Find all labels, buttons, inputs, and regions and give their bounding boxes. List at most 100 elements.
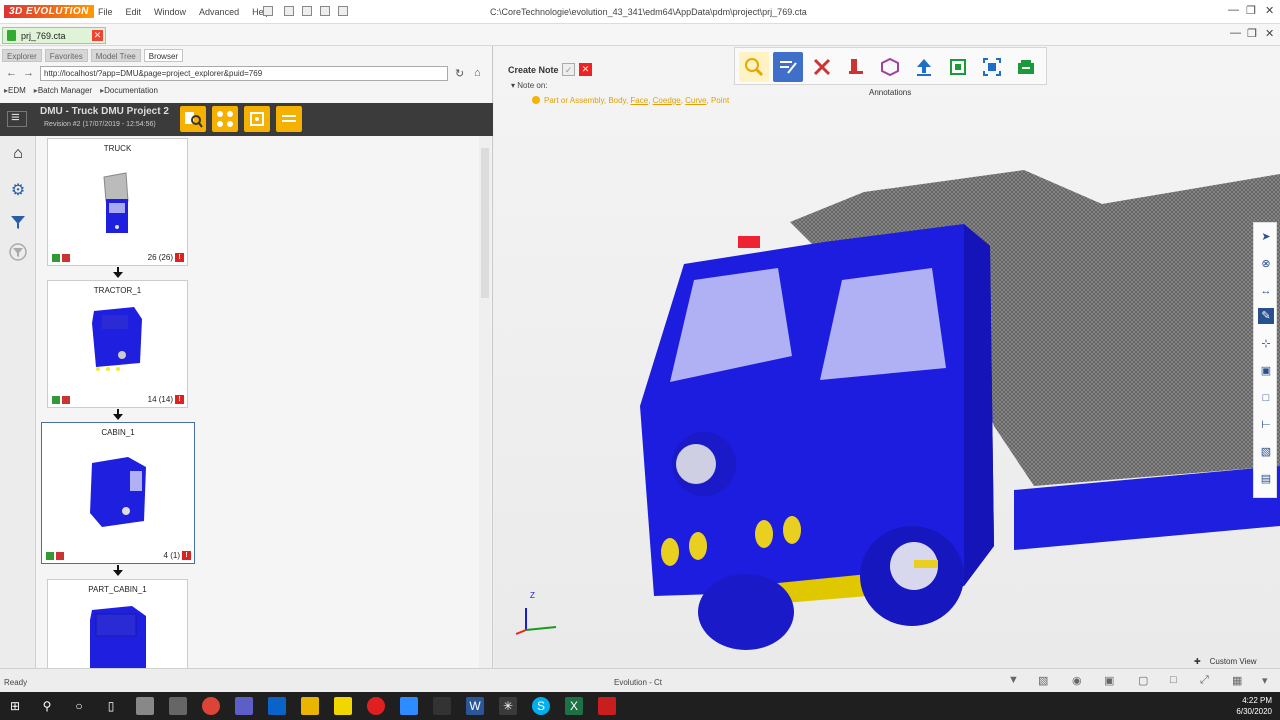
outlook-icon[interactable] — [268, 697, 286, 715]
confirm-note-button[interactable]: ✓ — [562, 63, 575, 76]
tree-node-part-cabin[interactable]: PART_CABIN_1 — [47, 579, 188, 668]
filter-curve[interactable]: Curve — [685, 96, 706, 105]
scrollbar-thumb[interactable] — [481, 148, 489, 298]
search-tree-button[interactable] — [180, 106, 206, 132]
list-icon[interactable] — [338, 6, 348, 16]
tree-node-cabin[interactable]: CABIN_1 4 (1) ! — [41, 422, 195, 564]
undo-icon[interactable] — [320, 6, 330, 16]
expand-all-button[interactable] — [212, 106, 238, 132]
eye-icon[interactable]: ◉ — [1072, 674, 1082, 687]
sync-button[interactable] — [244, 106, 270, 132]
windows-start-icon[interactable]: ⊞ — [6, 697, 24, 715]
cube-icon[interactable]: ▣ — [1258, 363, 1274, 379]
weld-icon[interactable] — [841, 52, 871, 82]
zoom-icon[interactable] — [400, 697, 418, 715]
task-view-icon[interactable]: ▯ — [102, 697, 120, 715]
cortana-icon[interactable]: ○ — [70, 697, 88, 715]
tab-explorer[interactable]: Explorer — [2, 49, 42, 62]
datum-icon[interactable]: ⊹ — [1258, 336, 1274, 352]
save-icon[interactable] — [302, 6, 312, 16]
sticky-notes-icon[interactable] — [334, 697, 352, 715]
tree-node-tractor[interactable]: TRACTOR_1 14 (14) ! — [47, 280, 188, 408]
tree-scrollbar[interactable] — [479, 136, 491, 668]
box-view-icon[interactable]: ▢ — [1138, 674, 1148, 687]
grid-view-icon[interactable]: ▦ — [1232, 674, 1242, 687]
refresh-icon[interactable]: ↻ — [455, 67, 464, 80]
frame-icon[interactable] — [943, 52, 973, 82]
layers-icon[interactable]: ▤ — [1258, 471, 1274, 487]
export-icon[interactable] — [1011, 52, 1041, 82]
filter-coedge[interactable]: Coedge — [653, 96, 681, 105]
tree-select-icon[interactable]: ▧ — [1038, 674, 1048, 687]
menu-edit[interactable]: Edit — [126, 7, 142, 17]
circle-x-icon[interactable]: ⊗ — [1258, 256, 1274, 272]
pointer-icon[interactable]: ➤ — [1258, 229, 1274, 245]
search-icon[interactable]: ⚲ — [38, 697, 56, 715]
truck-model[interactable]: Z — [494, 46, 1280, 668]
document-tab[interactable]: prj_769.cta ✕ — [2, 27, 106, 44]
teams-icon[interactable] — [235, 697, 253, 715]
gear-icon[interactable]: ⚙ — [6, 178, 30, 202]
window-view-icon[interactable]: □ — [1170, 674, 1177, 686]
minimize-button[interactable]: — — [1228, 4, 1239, 16]
note-edit-icon[interactable] — [773, 52, 803, 82]
doc-minimize-button[interactable]: — — [1230, 27, 1241, 39]
doc-close-button[interactable]: ✕ — [1265, 27, 1274, 40]
menu-advanced[interactable]: Advanced — [199, 7, 239, 17]
filter-icon[interactable]: ▼ — [1008, 674, 1019, 686]
filter-point[interactable]: Point — [711, 96, 729, 105]
sheet-icon[interactable]: ▧ — [1258, 444, 1274, 460]
menu-file[interactable]: File — [98, 7, 113, 17]
acrobat-icon[interactable] — [598, 697, 616, 715]
skype-icon[interactable]: S — [532, 697, 550, 715]
menu-window[interactable]: Window — [154, 7, 186, 17]
custom-view-label[interactable]: ✚ Custom View — [1194, 657, 1257, 666]
3d-viewport[interactable]: Z Create Note ✓ ✕ ▾ Note on: Part or Ass… — [494, 46, 1280, 668]
home-icon[interactable]: ⌂ — [6, 142, 30, 166]
dimension-icon[interactable]: ↔ — [1258, 283, 1274, 299]
axis-icon[interactable]: ⊢ — [1258, 417, 1274, 433]
maximize-button[interactable]: ❐ — [1246, 4, 1256, 17]
app-icon-1[interactable] — [136, 697, 154, 715]
upload-icon[interactable] — [909, 52, 939, 82]
more-icon[interactable]: ▾ — [1262, 674, 1268, 687]
excel-icon[interactable]: X — [565, 697, 583, 715]
breadcrumb-edm[interactable]: EDM — [4, 86, 26, 95]
chrome-icon[interactable] — [202, 697, 220, 715]
open-folder-icon[interactable] — [284, 6, 294, 16]
breadcrumb-batch-manager[interactable]: Batch Manager — [34, 86, 92, 95]
home-icon[interactable]: ⌂ — [474, 67, 481, 79]
forward-icon[interactable]: → — [23, 67, 34, 79]
close-tab-icon[interactable]: ✕ — [92, 30, 103, 41]
explorer-icon[interactable] — [301, 697, 319, 715]
doc-maximize-button[interactable]: ❐ — [1247, 27, 1257, 40]
cube-view-icon[interactable]: ▣ — [1104, 674, 1114, 687]
note-target-filter[interactable]: Part or Assembly, Body, Face, Coedge, Cu… — [532, 96, 729, 105]
url-input[interactable] — [40, 66, 448, 81]
fit-icon[interactable] — [977, 52, 1007, 82]
tab-favorites[interactable]: Favorites — [44, 49, 88, 62]
evolution-app-icon[interactable]: ✳ — [499, 697, 517, 715]
label-icon[interactable]: □ — [1258, 390, 1274, 406]
search-icon[interactable] — [739, 52, 769, 82]
tab-browser[interactable]: Browser — [143, 49, 184, 62]
quick-settings-icon[interactable] — [263, 6, 273, 16]
system-clock[interactable]: 4:22 PM 6/30/2020 — [1236, 695, 1272, 717]
expand-view-icon[interactable]: ⤢ — [1200, 674, 1209, 687]
cancel-note-button[interactable]: ✕ — [579, 63, 592, 76]
close-button[interactable]: ✕ — [1265, 4, 1274, 17]
filter-icon[interactable] — [6, 210, 30, 234]
note-icon[interactable]: ✎ — [1258, 308, 1274, 324]
list-view-button[interactable] — [276, 106, 302, 132]
filter-off-icon[interactable] — [6, 240, 30, 264]
box-icon[interactable] — [875, 52, 905, 82]
tools-icon[interactable] — [807, 52, 837, 82]
app-icon-dark[interactable] — [433, 697, 451, 715]
back-icon[interactable]: ← — [6, 67, 17, 79]
breadcrumb-documentation[interactable]: Documentation — [100, 86, 158, 95]
filter-face[interactable]: Face — [630, 96, 648, 105]
tree-node-truck[interactable]: TRUCK 26 (26) ! — [47, 138, 188, 266]
tab-model-tree[interactable]: Model Tree — [90, 49, 141, 62]
hamburger-menu-icon[interactable] — [7, 109, 27, 127]
app-icon-red[interactable] — [367, 697, 385, 715]
